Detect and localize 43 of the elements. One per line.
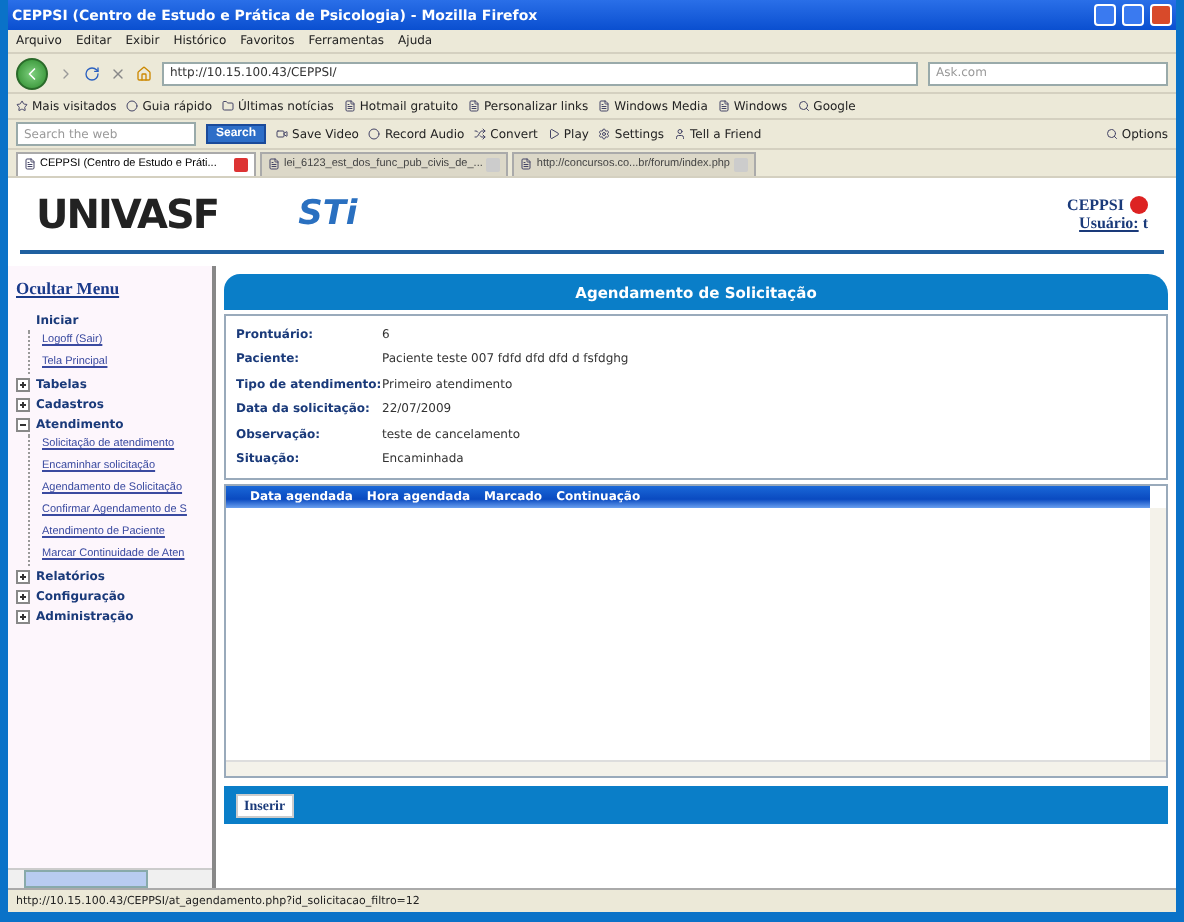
minimize-button[interactable]	[1094, 4, 1116, 26]
org-name: CEPPSI	[1067, 195, 1124, 214]
close-button[interactable]	[1150, 4, 1172, 26]
forward-icon	[58, 65, 74, 81]
logo: UNIVASF	[36, 190, 219, 238]
search-icon	[797, 100, 810, 112]
back-button[interactable]	[16, 57, 48, 89]
collapse-icon[interactable]	[16, 417, 30, 431]
user-link[interactable]: Usuário:	[1079, 214, 1139, 233]
horizontal-scrollbar[interactable]	[226, 760, 1166, 776]
video-icon	[276, 128, 289, 140]
page-icon	[468, 100, 481, 112]
shuffle-icon	[474, 128, 487, 140]
record-icon	[368, 128, 381, 140]
play-icon	[547, 128, 560, 140]
folder-icon	[222, 100, 235, 112]
user-name: t	[1142, 214, 1148, 233]
page-icon	[343, 100, 356, 112]
page-icon	[520, 158, 533, 170]
settings-icon	[598, 128, 611, 140]
expand-icon[interactable]	[16, 377, 30, 391]
page-icon	[598, 100, 611, 112]
person-icon	[674, 128, 687, 140]
page-icon	[717, 100, 730, 112]
expand-icon[interactable]	[16, 397, 30, 411]
horizontal-scrollbar[interactable]	[8, 868, 212, 888]
page-icon	[268, 158, 280, 170]
circle-icon	[126, 100, 139, 112]
expand-icon[interactable]	[16, 609, 30, 623]
reload-icon	[84, 65, 100, 81]
expand-icon[interactable]	[16, 569, 30, 583]
home-icon	[136, 65, 152, 81]
expand-icon[interactable]	[16, 589, 30, 603]
tab-close-icon[interactable]	[234, 157, 248, 171]
hide-menu-link[interactable]: Ocultar Menu	[16, 278, 204, 298]
maximize-button[interactable]	[1122, 4, 1144, 26]
logo: STi	[298, 194, 358, 234]
vertical-scrollbar[interactable]	[1150, 508, 1166, 760]
search-icon	[1105, 128, 1118, 140]
page-icon	[24, 158, 36, 170]
stop-icon	[110, 65, 126, 81]
star-icon	[16, 100, 28, 112]
help-icon[interactable]	[1130, 196, 1148, 215]
